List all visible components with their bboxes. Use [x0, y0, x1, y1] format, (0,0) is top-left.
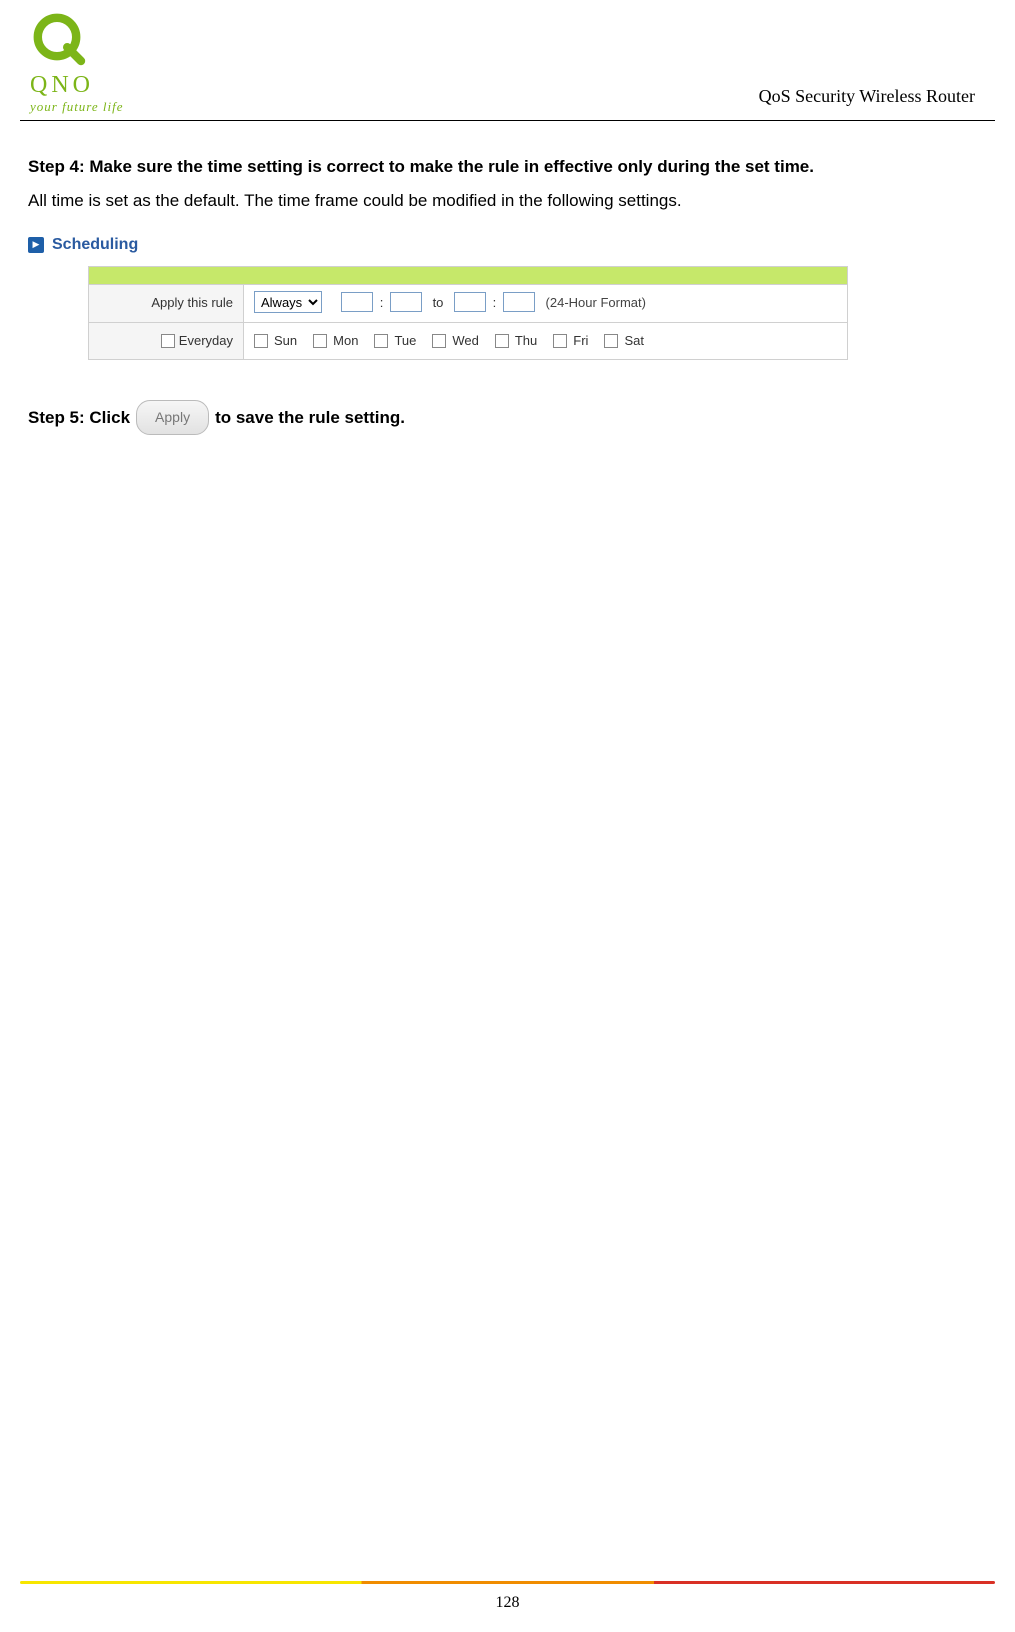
- content-area: Step 4: Make sure the time setting is co…: [0, 121, 1015, 435]
- time-to-label: to: [433, 295, 444, 310]
- step4-heading: Step 4: Make sure the time setting is co…: [28, 151, 987, 183]
- scheduling-title: Scheduling: [52, 230, 138, 260]
- page-header: QNO your future life QoS Security Wirele…: [20, 0, 995, 121]
- tue-checkbox[interactable]: [374, 334, 388, 348]
- page-title: QoS Security Wireless Router: [759, 86, 975, 115]
- logo-block: QNO your future life: [30, 10, 124, 115]
- apply-button[interactable]: Apply: [136, 400, 209, 435]
- qno-logo-icon: [30, 10, 90, 70]
- logo-tagline-text: your future life: [30, 99, 124, 115]
- time-format-label: (24-Hour Format): [546, 295, 646, 310]
- time-to-hour[interactable]: [454, 292, 486, 312]
- chevron-right-icon: [28, 237, 44, 253]
- time-to-min[interactable]: [503, 292, 535, 312]
- page-footer: 128: [0, 1581, 1015, 1612]
- mon-checkbox[interactable]: [313, 334, 327, 348]
- everyday-checkbox[interactable]: [161, 334, 175, 348]
- mon-label: Mon: [333, 329, 358, 354]
- wed-label: Wed: [452, 329, 479, 354]
- everyday-label: Everyday: [179, 333, 233, 348]
- apply-rule-select[interactable]: Always: [254, 291, 322, 313]
- step4-body: All time is set as the default. The time…: [28, 185, 987, 217]
- apply-rule-label: Apply this rule: [89, 284, 244, 322]
- fri-label: Fri: [573, 329, 588, 354]
- page-number: 128: [0, 1594, 1015, 1612]
- time-from-hour[interactable]: [341, 292, 373, 312]
- thu-checkbox[interactable]: [495, 334, 509, 348]
- sun-checkbox[interactable]: [254, 334, 268, 348]
- wed-checkbox[interactable]: [432, 334, 446, 348]
- footer-divider: [20, 1581, 995, 1584]
- time-colon-2: :: [493, 295, 497, 310]
- sat-label: Sat: [624, 329, 644, 354]
- time-colon-1: :: [380, 295, 384, 310]
- fri-checkbox[interactable]: [553, 334, 567, 348]
- step5-suffix: to save the rule setting.: [215, 402, 405, 434]
- scheduling-table: Apply this rule Always : to : (24-Hour F…: [88, 266, 848, 360]
- scheduling-panel: Scheduling Apply this rule Always : to :: [28, 226, 858, 361]
- step5-prefix: Step 5: Click: [28, 402, 130, 434]
- time-from-min[interactable]: [390, 292, 422, 312]
- logo-brand-text: QNO: [30, 72, 124, 99]
- step5-line: Step 5: Click Apply to save the rule set…: [28, 400, 987, 435]
- sat-checkbox[interactable]: [604, 334, 618, 348]
- thu-label: Thu: [515, 329, 537, 354]
- tue-label: Tue: [394, 329, 416, 354]
- sun-label: Sun: [274, 329, 297, 354]
